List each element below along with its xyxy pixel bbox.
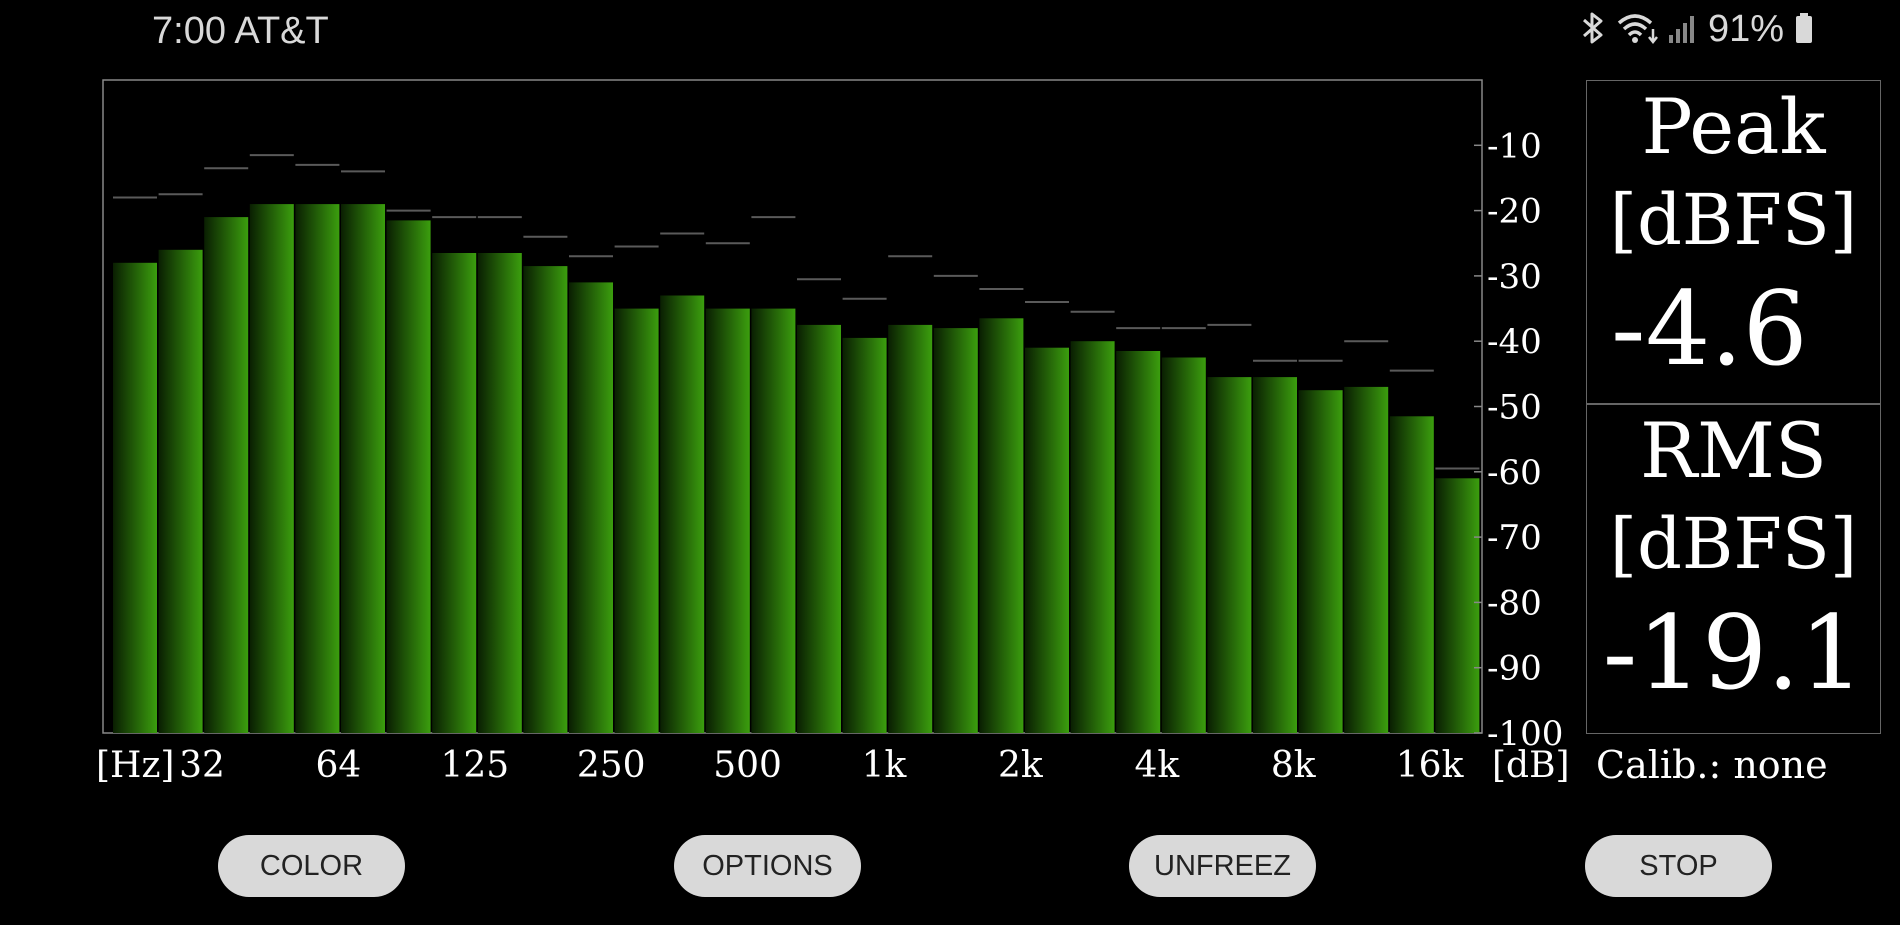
spectrum-bar [341, 204, 385, 734]
spectrum-bar [249, 204, 294, 734]
y-axis-unit-label: [dB] [1492, 745, 1570, 786]
spectrum-bar [797, 324, 841, 733]
spectrum-bar [660, 295, 705, 733]
color-button[interactable]: COLOR [218, 835, 405, 897]
peak-unit: [dBFS] [1609, 179, 1858, 261]
spectrum-bar [1298, 390, 1343, 733]
peak-value: -4.6 [1611, 270, 1808, 389]
spectrum-bar [1207, 377, 1252, 733]
x-axis-tick-label: 2k [998, 745, 1044, 786]
spectrum-bar [523, 266, 568, 733]
spectrum-bar [477, 253, 522, 733]
spectrum-bar [569, 282, 613, 733]
y-axis-tick-label: -60 [1487, 453, 1542, 493]
spectrum-bar [1253, 377, 1297, 733]
spectrum-bar [842, 337, 887, 733]
spectrum-bar [204, 217, 249, 734]
spectrum-bar [614, 308, 659, 733]
y-axis-tick-label: -70 [1487, 518, 1542, 558]
spectrum-bar [295, 204, 340, 734]
y-axis-tick-label: -40 [1487, 322, 1542, 362]
spectrum-bar [751, 308, 796, 733]
spectrum-bar [933, 328, 978, 733]
spectrum-bar [1116, 351, 1161, 733]
peak-meter: Peak [dBFS] -4.6 [1586, 80, 1881, 404]
x-axis-tick-label: 125 [440, 745, 509, 786]
x-axis-tick-label: 8k [1271, 745, 1317, 786]
rms-unit: [dBFS] [1609, 503, 1858, 585]
spectrum-bar [705, 308, 750, 733]
spectrum-bar [1344, 386, 1389, 733]
spectrum-bar [888, 324, 933, 733]
y-axis-tick-label: -30 [1487, 257, 1542, 297]
x-axis-tick-label: 500 [713, 745, 782, 786]
unfreeze-button[interactable]: UNFREEZ [1129, 835, 1316, 897]
spectrum-bar [113, 262, 157, 733]
calibration-label: Calib.: none [1596, 743, 1828, 787]
x-axis-unit-label: [Hz] [96, 745, 174, 786]
x-axis-tick-label: 250 [577, 745, 646, 786]
y-axis-tick-label: -80 [1487, 583, 1542, 623]
spectrum-bar [386, 220, 431, 733]
y-axis-tick-label: -10 [1487, 126, 1542, 166]
x-axis-tick-label: 64 [315, 745, 361, 786]
spectrum-bar [432, 253, 477, 733]
x-axis-tick-label: 16k [1396, 745, 1465, 786]
rms-value: -19.1 [1602, 594, 1865, 713]
spectrum-bar [1389, 416, 1434, 733]
y-axis-tick-label: -20 [1487, 192, 1542, 232]
x-axis-tick-label: 1k [862, 745, 908, 786]
rms-title: RMS [1639, 406, 1828, 495]
x-axis-tick-label: 4k [1134, 745, 1180, 786]
spectrum-bar [1070, 341, 1115, 733]
rms-meter: RMS [dBFS] -19.1 [1586, 404, 1881, 734]
y-axis-tick-label: -50 [1487, 388, 1542, 428]
options-button[interactable]: OPTIONS [674, 835, 861, 897]
stop-button[interactable]: STOP [1585, 835, 1772, 897]
spectrum-bar [1025, 347, 1069, 733]
spectrum-bar [1161, 357, 1206, 733]
spectrum-bar [158, 249, 203, 734]
peak-title: Peak [1641, 82, 1826, 171]
spectrum-bar [1435, 478, 1480, 733]
y-axis-tick-label: -90 [1487, 649, 1542, 689]
spectrum-bar [979, 318, 1024, 733]
x-axis-tick-label: 32 [179, 745, 225, 786]
